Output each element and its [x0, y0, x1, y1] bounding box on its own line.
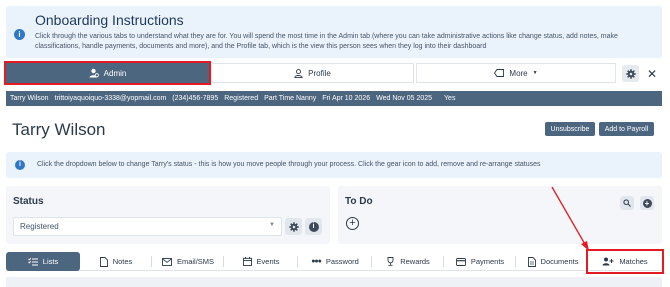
- tab-email-sms-label: Email/SMS: [176, 257, 215, 266]
- tab-email-sms[interactable]: Email/SMS: [152, 252, 224, 271]
- status-info-banner: i Click the dropdown below to change Tar…: [6, 152, 662, 178]
- user-email: trittoiyaquoiquo-3338@yopmail.com: [54, 95, 167, 102]
- credit-card-icon: [455, 257, 466, 266]
- todo-add-filled-button[interactable]: +: [640, 196, 654, 210]
- plus-circle-icon: +: [642, 198, 652, 208]
- tab-rewards[interactable]: Rewards: [372, 252, 444, 271]
- tab-lists[interactable]: Lists: [6, 252, 80, 271]
- info-icon: i: [308, 221, 319, 232]
- user-phone: (234)456-7895: [172, 95, 219, 102]
- tab-admin-label: Admin: [103, 68, 127, 78]
- chevron-down-icon: ▼: [532, 70, 538, 76]
- chevron-down-icon: ▼: [269, 222, 275, 228]
- tab-password[interactable]: ●●● Password: [298, 252, 372, 271]
- status-select[interactable]: Registered ▼: [13, 217, 282, 236]
- note-icon: [99, 256, 108, 267]
- search-icon: [623, 199, 631, 207]
- tab-matches-label: Matches: [619, 257, 648, 266]
- todo-search-button[interactable]: [620, 196, 634, 210]
- todo-heading: To Do: [345, 196, 373, 207]
- content-area: [6, 277, 662, 287]
- onboarding-banner: i Onboarding Instructions Click through …: [6, 6, 662, 58]
- user-flag: Yes: [444, 95, 456, 102]
- tab-rewards-label: Rewards: [400, 257, 430, 266]
- tab-more-label: More: [509, 68, 528, 78]
- calendar-icon: [242, 257, 252, 266]
- status-card: Status Registered ▼ i: [6, 186, 330, 244]
- tab-payments-label: Payments: [470, 257, 505, 266]
- tab-events-label: Events: [256, 257, 280, 266]
- trophy-icon: [387, 257, 394, 266]
- user-type: Part Time Nanny: [264, 95, 317, 102]
- tab-documents[interactable]: Documents: [516, 252, 590, 271]
- todo-card: To Do + +: [338, 186, 662, 244]
- password-dots-icon: ●●●: [311, 258, 322, 265]
- bottom-tabs: Lists Notes Email/SMS Events ●●● Passwor…: [6, 249, 664, 274]
- envelope-icon: [162, 257, 172, 266]
- user-status: Registered: [224, 95, 259, 102]
- tab-matches[interactable]: Matches: [586, 249, 664, 274]
- list-icon: [27, 257, 38, 265]
- gear-icon: [288, 221, 299, 232]
- onboarding-description: Click through the various tabs to unders…: [35, 33, 618, 50]
- document-icon: [527, 256, 536, 267]
- user-name: Tarry Wilson: [10, 95, 49, 102]
- tab-lists-label: Lists: [42, 257, 59, 266]
- status-settings-button[interactable]: [285, 218, 302, 235]
- tab-documents-label: Documents: [540, 257, 579, 266]
- info-icon: i: [15, 160, 25, 170]
- tab-events[interactable]: Events: [224, 252, 298, 271]
- user-date-1: Fri Apr 10 2026: [322, 95, 371, 102]
- info-icon: i: [14, 29, 25, 40]
- profile-user-icon: [294, 68, 303, 78]
- top-tabs: Admin Profile More ▼: [4, 61, 616, 85]
- admin-user-icon: [89, 68, 99, 78]
- status-info-text: Click the dropdown below to change Tarry…: [37, 161, 541, 168]
- add-to-payroll-button[interactable]: Add to Payroll: [599, 122, 654, 136]
- user-date-2: Wed Nov 05 2025: [376, 95, 433, 102]
- gear-icon: [625, 68, 636, 79]
- tab-notes-label: Notes: [112, 257, 133, 266]
- close-button[interactable]: ✕: [645, 65, 659, 82]
- status-heading: Status: [13, 196, 44, 207]
- status-selected-value: Registered: [20, 222, 59, 231]
- tab-profile-label: Profile: [308, 68, 331, 78]
- tab-more[interactable]: More ▼: [416, 63, 616, 83]
- plus-icon: +: [349, 217, 356, 229]
- todo-add-button[interactable]: +: [346, 217, 359, 230]
- onboarding-title: Onboarding Instructions: [35, 12, 184, 28]
- tab-admin[interactable]: Admin: [4, 61, 211, 85]
- user-summary-bar: Tarry Wilson trittoiyaquoiquo-3338@yopma…: [6, 91, 662, 106]
- page-title: Tarry Wilson: [12, 120, 106, 139]
- tab-profile[interactable]: Profile: [211, 63, 414, 83]
- tab-password-label: Password: [325, 257, 359, 266]
- tab-notes[interactable]: Notes: [80, 252, 152, 271]
- unsubscribe-button[interactable]: Unsubscribe: [545, 122, 595, 136]
- users-icon: [602, 257, 614, 266]
- tag-icon: [494, 69, 505, 77]
- close-icon: ✕: [646, 66, 658, 81]
- settings-gear-button[interactable]: [622, 65, 639, 82]
- status-info-button[interactable]: i: [305, 218, 322, 235]
- tab-payments[interactable]: Payments: [444, 252, 516, 271]
